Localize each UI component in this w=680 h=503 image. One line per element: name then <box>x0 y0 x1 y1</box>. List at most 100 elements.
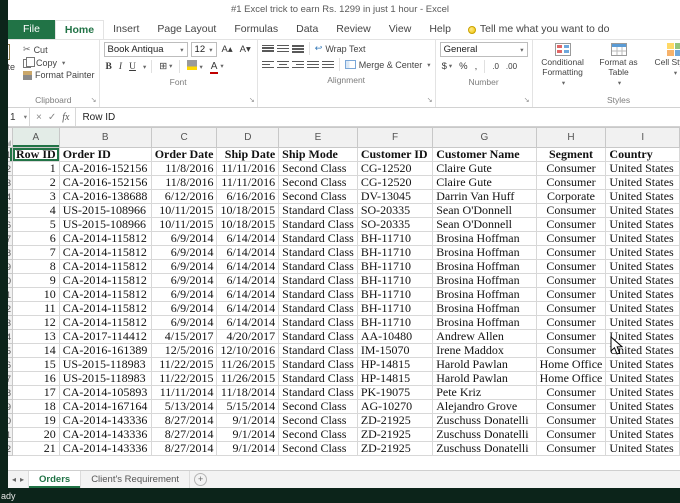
cell-E4[interactable]: Second Class <box>278 189 358 204</box>
cell-I3[interactable]: United States <box>605 175 680 190</box>
cell-B18[interactable]: CA-2014-105893 <box>58 385 152 400</box>
cell-B5[interactable]: US-2015-108966 <box>58 203 152 218</box>
cell-B1[interactable]: Order ID <box>58 147 152 162</box>
cell-C7[interactable]: 6/9/2014 <box>150 231 218 246</box>
cell-I21[interactable]: United States <box>605 427 680 442</box>
cell-I9[interactable]: United States <box>605 259 680 274</box>
cell-C19[interactable]: 5/13/2014 <box>150 399 218 414</box>
grow-font-button[interactable]: A▴ <box>220 44 235 55</box>
format-as-table-button[interactable]: Format as Table ▾ <box>593 42 645 87</box>
cell-H21[interactable]: Consumer <box>535 427 607 442</box>
cell-D4[interactable]: 6/16/2016 <box>216 189 280 204</box>
cell-G11[interactable]: Brosina Hoffman <box>432 287 537 302</box>
cell-B3[interactable]: CA-2016-152156 <box>58 175 152 190</box>
cell-B9[interactable]: CA-2014-115812 <box>58 259 152 274</box>
cell-C13[interactable]: 6/9/2014 <box>150 315 218 330</box>
cell-C18[interactable]: 11/11/2014 <box>150 385 218 400</box>
cell-E13[interactable]: Standard Class <box>278 315 358 330</box>
tell-me-box[interactable]: Tell me what you want to do <box>467 20 610 39</box>
cell-D20[interactable]: 9/1/2014 <box>216 413 280 428</box>
cell-B19[interactable]: CA-2014-167164 <box>58 399 152 414</box>
cell-E21[interactable]: Second Class <box>278 427 358 442</box>
cell-C12[interactable]: 6/9/2014 <box>150 301 218 316</box>
cell-H17[interactable]: Home Office <box>535 371 607 386</box>
cell-D2[interactable]: 11/11/2016 <box>216 161 280 176</box>
cell-B8[interactable]: CA-2014-115812 <box>58 245 152 260</box>
cell-I1[interactable]: Country <box>605 147 680 162</box>
align-right-button[interactable] <box>291 60 304 70</box>
cell-D10[interactable]: 6/14/2014 <box>216 273 280 288</box>
cell-A6[interactable]: 5 <box>12 217 60 232</box>
cell-A20[interactable]: 19 <box>12 413 60 428</box>
prev-sheet-button[interactable]: ◂ <box>12 475 16 484</box>
cell-A5[interactable]: 4 <box>12 203 60 218</box>
cut-button[interactable]: ✂ Cut <box>23 44 95 55</box>
decrease-indent-button[interactable] <box>306 60 319 70</box>
column-header-C[interactable]: C <box>150 127 218 148</box>
cell-B4[interactable]: CA-2016-138688 <box>58 189 152 204</box>
cell-A18[interactable]: 17 <box>12 385 60 400</box>
cell-E18[interactable]: Standard Class <box>278 385 358 400</box>
ribbon-tab-page-layout[interactable]: Page Layout <box>148 20 225 39</box>
cell-H12[interactable]: Consumer <box>535 301 607 316</box>
cell-H11[interactable]: Consumer <box>535 287 607 302</box>
cell-H10[interactable]: Consumer <box>535 273 607 288</box>
cell-E14[interactable]: Standard Class <box>278 329 358 344</box>
font-family-select[interactable]: Book Antiqua ▾ <box>103 42 188 57</box>
sheet-tab-client-s-requirement[interactable]: Client's Requirement <box>81 471 191 488</box>
ribbon-tab-file[interactable]: File <box>8 20 55 39</box>
cell-I19[interactable]: United States <box>605 399 680 414</box>
cell-A15[interactable]: 14 <box>12 343 60 358</box>
cell-D21[interactable]: 9/1/2014 <box>216 427 280 442</box>
accounting-format-button[interactable]: $ ▾ <box>440 61 455 72</box>
cell-G1[interactable]: Customer Name <box>432 147 537 162</box>
cell-H15[interactable]: Consumer <box>535 343 607 358</box>
cell-G16[interactable]: Harold Pawlan <box>432 357 537 372</box>
cell-C22[interactable]: 8/27/2014 <box>150 441 218 456</box>
cell-C14[interactable]: 4/15/2017 <box>150 329 218 344</box>
column-header-G[interactable]: G <box>432 127 537 148</box>
ribbon-tab-home[interactable]: Home <box>54 20 105 39</box>
cell-D7[interactable]: 6/14/2014 <box>216 231 280 246</box>
sheet-tab-orders[interactable]: Orders <box>29 471 82 488</box>
cell-E9[interactable]: Standard Class <box>278 259 358 274</box>
cell-H18[interactable]: Consumer <box>535 385 607 400</box>
cell-F12[interactable]: BH-11710 <box>356 301 434 316</box>
cell-H1[interactable]: Segment <box>535 147 607 162</box>
cell-I7[interactable]: United States <box>605 231 680 246</box>
cell-I2[interactable]: United States <box>605 161 680 176</box>
cell-I13[interactable]: United States <box>605 315 680 330</box>
cell-H5[interactable]: Consumer <box>535 203 607 218</box>
cell-D5[interactable]: 10/18/2015 <box>216 203 280 218</box>
cell-F9[interactable]: BH-11710 <box>356 259 434 274</box>
cell-F14[interactable]: AA-10480 <box>356 329 434 344</box>
cell-E16[interactable]: Standard Class <box>278 357 358 372</box>
bold-button[interactable]: B <box>104 62 114 72</box>
cell-H14[interactable]: Consumer <box>535 329 607 344</box>
cell-C2[interactable]: 11/8/2016 <box>150 161 218 176</box>
cell-E12[interactable]: Standard Class <box>278 301 358 316</box>
cell-E10[interactable]: Standard Class <box>278 273 358 288</box>
cell-F10[interactable]: BH-11710 <box>356 273 434 288</box>
cell-I6[interactable]: United States <box>605 217 680 232</box>
cell-G2[interactable]: Claire Gute <box>432 161 537 176</box>
cell-C10[interactable]: 6/9/2014 <box>150 273 218 288</box>
cell-A7[interactable]: 6 <box>12 231 60 246</box>
cell-G19[interactable]: Alejandro Grove <box>432 399 537 414</box>
cell-G6[interactable]: Sean O'Donnell <box>432 217 537 232</box>
cancel-button[interactable]: × <box>36 112 42 123</box>
wrap-text-button[interactable]: ↩ Wrap Text <box>315 43 366 54</box>
cell-I4[interactable]: United States <box>605 189 680 204</box>
cell-B14[interactable]: CA-2017-114412 <box>58 329 152 344</box>
cell-D12[interactable]: 6/14/2014 <box>216 301 280 316</box>
cell-D15[interactable]: 12/10/2016 <box>216 343 280 358</box>
cell-A16[interactable]: 15 <box>12 357 60 372</box>
clipboard-dialog-launcher[interactable]: ↘ <box>91 97 97 104</box>
cell-G17[interactable]: Harold Pawlan <box>432 371 537 386</box>
underline-button[interactable]: U <box>127 62 138 72</box>
cell-E17[interactable]: Standard Class <box>278 371 358 386</box>
cell-D13[interactable]: 6/14/2014 <box>216 315 280 330</box>
cell-H2[interactable]: Consumer <box>535 161 607 176</box>
formula-bar-input[interactable]: Row ID <box>76 108 115 126</box>
cell-I5[interactable]: United States <box>605 203 680 218</box>
